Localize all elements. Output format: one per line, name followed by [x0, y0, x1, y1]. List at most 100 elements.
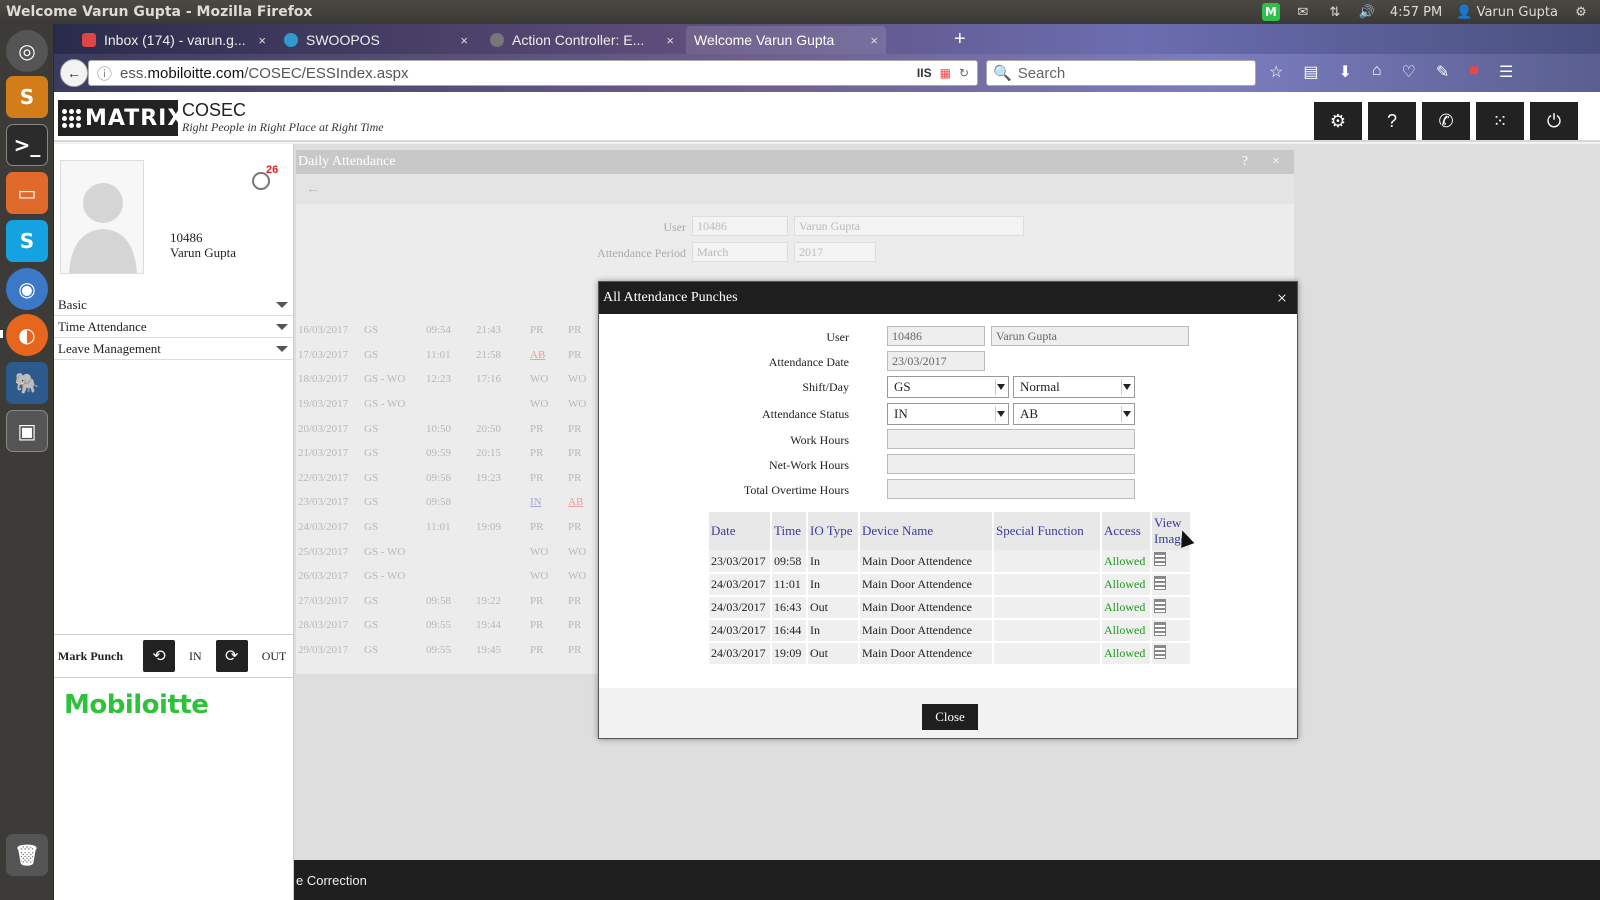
- workspace-switcher-icon[interactable]: ▣: [6, 410, 48, 452]
- windows-extension-icon[interactable]: ▦: [940, 66, 951, 80]
- table-row[interactable]: 28/03/2017 GS 09:55 19:44 PR PR: [296, 613, 596, 638]
- col-time[interactable]: Time: [771, 512, 808, 550]
- table-row[interactable]: 18/03/2017 GS - WO 12:23 17:16 WO WO: [296, 367, 596, 392]
- network-icon[interactable]: ⇅: [1326, 3, 1344, 21]
- cell-access: Allowed: [1101, 596, 1152, 620]
- close-icon[interactable]: ×: [666, 33, 674, 48]
- files-icon[interactable]: ▭: [6, 172, 48, 214]
- punch-out-button[interactable]: ⟳: [215, 640, 248, 672]
- firefox-icon[interactable]: ◐: [6, 314, 48, 356]
- addon-icon[interactable]: ■: [1469, 62, 1479, 82]
- mail-icon[interactable]: ✉: [1294, 3, 1312, 21]
- back-button[interactable]: ←: [60, 59, 88, 87]
- help-icon[interactable]: ?: [1242, 154, 1248, 170]
- pgadmin-icon[interactable]: 🐘: [6, 362, 48, 404]
- tab-welcome[interactable]: Welcome Varun Gupta ×: [686, 26, 886, 54]
- table-row[interactable]: 16/03/2017 GS 09:54 21:43 PR PR: [296, 318, 596, 343]
- mailnag-indicator-icon[interactable]: M: [1261, 3, 1280, 21]
- chevron-down-icon: [276, 301, 288, 308]
- reload-icon[interactable]: ↻: [959, 66, 969, 80]
- image-icon[interactable]: [1154, 575, 1166, 590]
- skype-icon[interactable]: S: [6, 220, 48, 262]
- menu-leave-management[interactable]: Leave Management: [54, 338, 294, 360]
- shift-select[interactable]: GS: [887, 376, 1009, 398]
- apps-button[interactable]: ⁙: [1476, 102, 1524, 140]
- image-icon[interactable]: [1154, 644, 1166, 659]
- tab-inbox[interactable]: Inbox (174) - varun.g... ×: [74, 26, 274, 54]
- table-row[interactable]: 17/03/2017 GS 11:01 21:58 AB PR: [296, 343, 596, 368]
- gear-icon[interactable]: ⚙: [1572, 3, 1590, 21]
- table-row[interactable]: 23/03/2017 GS 09:58 IN AB: [296, 490, 596, 515]
- close-icon[interactable]: ×: [460, 33, 468, 48]
- col-date[interactable]: Date: [709, 512, 772, 550]
- clock[interactable]: 4:57 PM: [1390, 5, 1442, 20]
- table-row[interactable]: 22/03/2017 GS 09:56 19:23 PR PR: [296, 466, 596, 491]
- tab-swoopos[interactable]: SWOOPOS ×: [276, 26, 476, 54]
- extension-icon[interactable]: ✎: [1436, 62, 1449, 82]
- terminal-icon[interactable]: >_: [6, 124, 48, 166]
- second-half-status-select[interactable]: AB: [1013, 403, 1135, 425]
- sublime-text-icon[interactable]: S: [6, 76, 48, 118]
- search-bar[interactable]: 🔍 Search: [986, 60, 1256, 86]
- table-row[interactable]: 19/03/2017 GS - WO WO WO: [296, 392, 596, 417]
- pocket-icon[interactable]: ♡: [1402, 62, 1416, 82]
- settings-button[interactable]: ⚙: [1314, 102, 1362, 140]
- table-row[interactable]: 29/03/2017 GS 09:55 19:45 PR PR: [296, 638, 596, 663]
- logout-button[interactable]: ⏻: [1530, 102, 1578, 140]
- chromium-icon[interactable]: ◉: [6, 268, 48, 310]
- table-row[interactable]: 27/03/2017 GS 09:58 19:22 PR PR: [296, 589, 596, 614]
- punch-in-button[interactable]: ⟲: [143, 640, 176, 672]
- iis-extension-icon[interactable]: IIS: [917, 66, 932, 80]
- col-special-function[interactable]: Special Function: [993, 512, 1102, 550]
- url-bar[interactable]: ⓘ ess. mobiloitte.com/COSEC/ESSIndex.aspx…: [88, 60, 978, 86]
- menu-time-attendance[interactable]: Time Attendance: [54, 316, 294, 338]
- contact-button[interactable]: ✆: [1422, 102, 1470, 140]
- session-user[interactable]: 👤 Varun Gupta: [1456, 5, 1558, 20]
- table-row[interactable]: 20/03/2017 GS 10:50 20:50 PR PR: [296, 416, 596, 441]
- home-icon[interactable]: ⌂: [1372, 62, 1382, 82]
- table-row[interactable]: 23/03/2017 09:58 In Main Door Attendence…: [709, 550, 1192, 574]
- table-row[interactable]: 24/03/2017 16:44 In Main Door Attendence…: [709, 619, 1192, 643]
- table-row[interactable]: 25/03/2017 GS - WO WO WO: [296, 539, 596, 564]
- download-icon[interactable]: ⬇: [1338, 62, 1351, 82]
- reading-list-icon[interactable]: ▤: [1303, 62, 1318, 82]
- cell-view-image: [1151, 596, 1192, 620]
- close-icon[interactable]: ×: [1277, 288, 1287, 309]
- image-icon[interactable]: [1154, 621, 1166, 636]
- image-icon[interactable]: [1154, 598, 1166, 613]
- col-device-name[interactable]: Device Name: [859, 512, 994, 550]
- dash-home-icon[interactable]: ◎: [6, 30, 48, 72]
- close-icon[interactable]: ×: [258, 33, 266, 48]
- table-row[interactable]: 24/03/2017 11:01 In Main Door Attendence…: [709, 573, 1192, 597]
- first-half-status-select[interactable]: IN: [887, 403, 1009, 425]
- volume-icon[interactable]: 🔊: [1358, 3, 1376, 21]
- new-tab-button[interactable]: +: [954, 28, 966, 51]
- back-arrow-icon[interactable]: ←: [306, 180, 320, 196]
- close-icon[interactable]: ×: [1272, 154, 1280, 170]
- help-button[interactable]: ?: [1368, 102, 1416, 140]
- tab-action-controller[interactable]: Action Controller: E... ×: [482, 26, 682, 54]
- table-row[interactable]: 26/03/2017 GS - WO WO WO: [296, 564, 596, 589]
- hamburger-menu-icon[interactable]: ☰: [1499, 62, 1513, 82]
- bottom-bar-text[interactable]: e Correction: [296, 873, 367, 888]
- avatar[interactable]: [60, 160, 144, 274]
- table-row[interactable]: 24/03/2017 19:09 Out Main Door Attendenc…: [709, 642, 1192, 666]
- table-row[interactable]: 24/03/2017 GS 11:01 19:09 PR PR: [296, 515, 596, 540]
- close-icon[interactable]: ×: [870, 33, 878, 48]
- daily-attendance-list: 16/03/2017 GS 09:54 21:43 PR PR 17/03/2017 GS 1…: [296, 318, 596, 662]
- col-io-type[interactable]: IO Type: [807, 512, 860, 550]
- overtime-field: [887, 479, 1135, 499]
- cell-date: 24/03/2017: [709, 596, 772, 620]
- day-type-select[interactable]: Normal: [1013, 376, 1135, 398]
- menu-basic[interactable]: Basic: [54, 294, 294, 316]
- daily-year-select[interactable]: 2017: [794, 242, 876, 262]
- trash-icon[interactable]: 🗑: [6, 834, 48, 876]
- table-row[interactable]: 21/03/2017 GS 09:59 20:15 PR PR: [296, 441, 596, 466]
- close-button[interactable]: Close: [922, 704, 978, 730]
- image-icon[interactable]: [1154, 552, 1166, 566]
- table-row[interactable]: 24/03/2017 16:43 Out Main Door Attendenc…: [709, 596, 1192, 620]
- matrix-logo: MATRIX: [58, 100, 184, 136]
- bookmark-star-icon[interactable]: ☆: [1269, 62, 1283, 82]
- daily-month-select[interactable]: March: [692, 242, 788, 262]
- col-access[interactable]: Access: [1101, 512, 1152, 550]
